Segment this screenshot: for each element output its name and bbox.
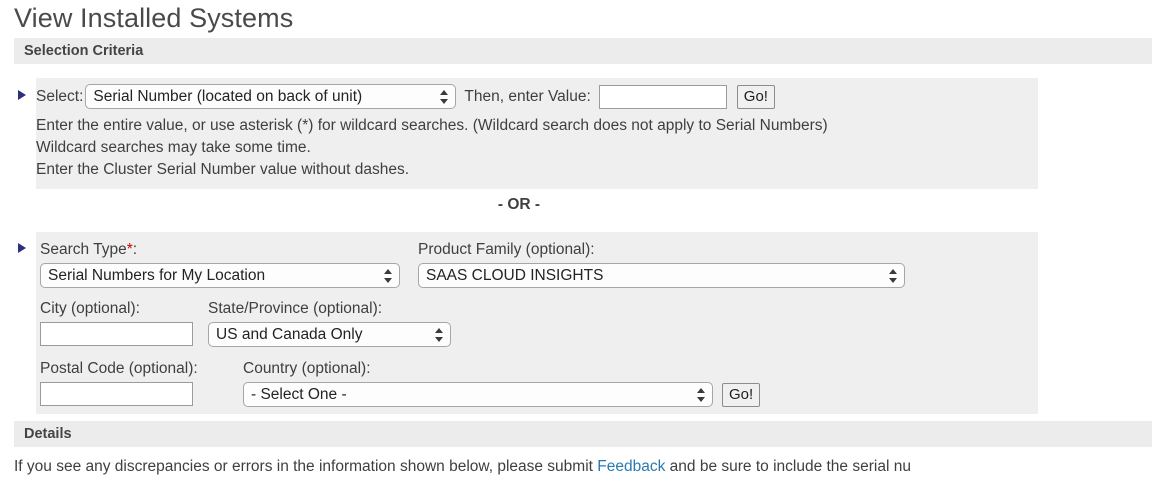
serial-select-row: Select: Serial Number (located on back o… xyxy=(36,84,775,109)
section-header-selection-criteria: Selection Criteria xyxy=(14,38,1152,64)
product-family-label: Product Family (optional): xyxy=(418,239,595,261)
state-province-control-row: US and Canada Only xyxy=(208,322,451,347)
value-input[interactable] xyxy=(599,85,727,109)
updown-stepper-icon xyxy=(697,387,706,403)
then-enter-value-label: Then, enter Value: xyxy=(464,86,590,108)
go-button-location[interactable]: Go! xyxy=(722,383,760,407)
search-type-label: Search Type*: xyxy=(40,239,137,261)
instruction-line-3: Enter the Cluster Serial Number value wi… xyxy=(36,159,409,181)
product-family-control-row: SAAS CLOUD INSIGHTS xyxy=(418,263,905,288)
state-province-select-value: US and Canada Only xyxy=(216,326,362,343)
postal-code-control-row xyxy=(40,382,193,406)
instruction-line-2: Wildcard searches may take some time. xyxy=(36,137,311,159)
updown-stepper-icon xyxy=(440,89,449,105)
select-label: Select: xyxy=(36,86,83,108)
search-type-label-colon: : xyxy=(133,241,137,258)
details-description: If you see any discrepancies or errors i… xyxy=(14,456,911,478)
postal-code-input[interactable] xyxy=(40,382,193,406)
view-installed-systems-page: View Installed Systems Selection Criteri… xyxy=(0,0,1152,502)
country-select-value: - Select One - xyxy=(251,386,347,403)
updown-stepper-icon xyxy=(435,327,444,343)
or-separator: - OR - xyxy=(0,196,1038,214)
country-control-row: - Select One - Go! xyxy=(243,382,760,407)
feedback-link[interactable]: Feedback xyxy=(597,458,665,475)
product-family-select[interactable]: SAAS CLOUD INSIGHTS xyxy=(418,263,905,288)
updown-stepper-icon xyxy=(889,268,898,284)
go-button-serial[interactable]: Go! xyxy=(737,85,775,109)
search-type-select-value: Serial Numbers for My Location xyxy=(48,267,265,284)
state-province-label: State/Province (optional): xyxy=(208,298,382,320)
city-label: City (optional): xyxy=(40,298,140,320)
updown-stepper-icon xyxy=(384,268,393,284)
state-province-select[interactable]: US and Canada Only xyxy=(208,322,451,347)
instruction-line-1: Enter the entire value, or use asterisk … xyxy=(36,115,828,137)
search-type-select[interactable]: Serial Numbers for My Location xyxy=(40,263,400,288)
city-input[interactable] xyxy=(40,322,193,346)
country-select[interactable]: - Select One - xyxy=(243,382,713,407)
triangle-right-icon xyxy=(18,243,26,253)
details-text-before-link: If you see any discrepancies or errors i… xyxy=(14,458,597,475)
criteria-select[interactable]: Serial Number (located on back of unit) xyxy=(85,84,456,109)
page-title: View Installed Systems xyxy=(14,0,293,38)
details-text-after-link: and be sure to include the serial nu xyxy=(665,458,911,475)
section-header-details: Details xyxy=(14,421,1152,447)
search-type-control-row: Serial Numbers for My Location xyxy=(40,263,400,288)
country-label: Country (optional): xyxy=(243,358,371,380)
product-family-select-value: SAAS CLOUD INSIGHTS xyxy=(426,267,603,284)
search-type-label-text: Search Type xyxy=(40,241,127,258)
triangle-right-icon xyxy=(18,90,26,100)
criteria-select-value: Serial Number (located on back of unit) xyxy=(93,88,362,105)
city-control-row xyxy=(40,322,193,346)
postal-code-label: Postal Code (optional): xyxy=(40,358,198,380)
